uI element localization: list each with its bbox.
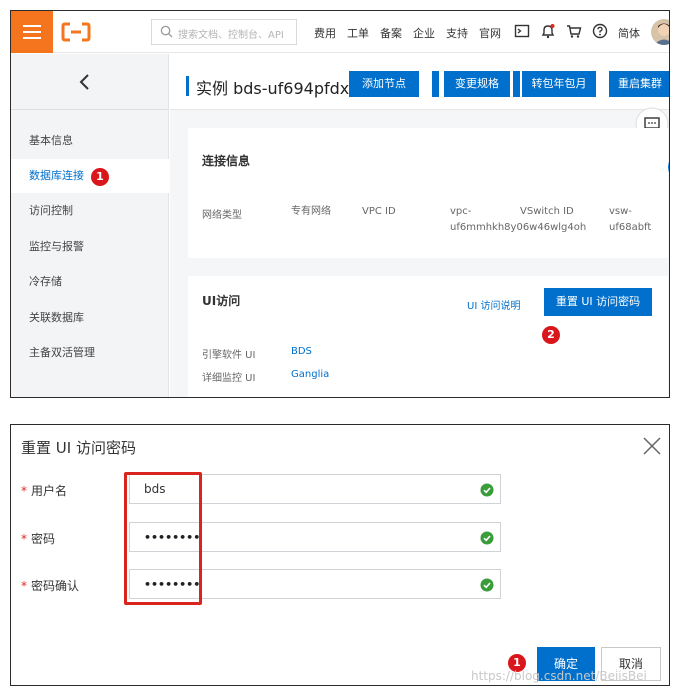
sidebar-item-monitoring[interactable]: 监控与报警 bbox=[11, 230, 169, 264]
bell-icon[interactable] bbox=[540, 23, 556, 39]
engine-ui-label: 引擎软件 UI bbox=[202, 350, 256, 361]
annotation-highlight-box bbox=[124, 472, 202, 605]
sidebar-item-access-control[interactable]: 访问控制 bbox=[11, 194, 169, 228]
monitor-ui-label: 详细监控 UI bbox=[202, 373, 256, 384]
sidebar-item-active-active[interactable]: 主备双活管理 bbox=[11, 336, 169, 370]
check-circle-icon bbox=[480, 483, 494, 497]
required-mark: * bbox=[21, 579, 27, 593]
hidden-button-fragment[interactable] bbox=[432, 71, 439, 97]
vpc-id-value-line2: uf6mmhkh8y06w46wlg4oh bbox=[450, 222, 587, 233]
search-icon bbox=[160, 25, 173, 38]
back-button[interactable] bbox=[11, 54, 169, 110]
username-label: * 用户名 bbox=[21, 482, 67, 499]
vpc-id-label: VPC ID bbox=[362, 206, 396, 217]
cart-icon[interactable] bbox=[566, 23, 582, 39]
confirm-password-label: * 密码确认 bbox=[21, 577, 79, 594]
reset-ui-password-button[interactable]: 重置 UI 访问密码 bbox=[544, 288, 652, 316]
monitor-ui-link[interactable]: Ganglia bbox=[291, 369, 329, 380]
check-circle-icon bbox=[480, 531, 494, 545]
vswitch-id-value-line1: vsw- bbox=[609, 206, 632, 217]
restart-cluster-button[interactable]: 重启集群 bbox=[609, 71, 669, 97]
avatar[interactable] bbox=[651, 19, 669, 45]
top-navigation-bar: 搜索文档、控制台、API 费用 工单 备案 企业 支持 官网 简体 bbox=[11, 11, 669, 53]
sidebar: 基本信息 数据库连接 1 访问控制 监控与报警 冷存储 关联数据库 主备双活管理 bbox=[11, 54, 169, 397]
dialog-title: 重置 UI 访问密码 bbox=[21, 439, 136, 457]
nav-link-ticket[interactable]: 工单 bbox=[347, 25, 369, 41]
connection-info-card: 连接信息 网络类型 专有网络 VPC ID vpc- uf6mmhkh8y06w… bbox=[188, 128, 668, 258]
reset-password-dialog: 重置 UI 访问密码 * 用户名 bds * 密码 •••••••• * 密码确认 •… bbox=[10, 424, 670, 686]
network-type-value: 专有网络 bbox=[291, 206, 331, 217]
connection-info-title: 连接信息 bbox=[202, 154, 251, 168]
sidebar-item-label: 数据库连接 bbox=[29, 169, 84, 182]
page-title: 实例 bds-uf694pfdx5i5 bbox=[196, 79, 375, 98]
vswitch-id-label: VSwitch ID bbox=[520, 206, 574, 217]
nav-link-beian[interactable]: 备案 bbox=[380, 25, 402, 41]
sidebar-item-basic-info[interactable]: 基本信息 bbox=[11, 124, 169, 158]
help-icon[interactable] bbox=[592, 23, 608, 39]
engine-ui-link[interactable]: BDS bbox=[291, 346, 312, 357]
nav-link-fee[interactable]: 费用 bbox=[314, 25, 336, 41]
check-circle-icon bbox=[480, 578, 494, 592]
change-spec-button[interactable]: 变更规格 bbox=[444, 71, 510, 97]
instance-header: 实例 bds-uf694pfdx5i5 添加节点 变更规格 转包年包月 重启集群 bbox=[170, 54, 669, 110]
search-placeholder: 搜索文档、控制台、API bbox=[178, 30, 284, 41]
password-label-text: 密码 bbox=[31, 532, 56, 546]
sidebar-item-related-db[interactable]: 关联数据库 bbox=[11, 301, 169, 335]
step-badge-1: 1 bbox=[91, 168, 109, 186]
watermark: https://blog.csdn.net/BeiisBei bbox=[471, 669, 647, 683]
network-type-label: 网络类型 bbox=[202, 210, 242, 221]
title-accent-bar bbox=[186, 76, 189, 96]
console-screenshot: 搜索文档、控制台、API 费用 工单 备案 企业 支持 官网 简体 基本信息 数… bbox=[10, 10, 670, 398]
password-label: * 密码 bbox=[21, 530, 55, 547]
step-badge-2: 2 bbox=[542, 326, 560, 344]
sidebar-item-cold-storage[interactable]: 冷存储 bbox=[11, 265, 169, 299]
nav-link-enterprise[interactable]: 企业 bbox=[413, 25, 435, 41]
sidebar-item-db-connection[interactable]: 数据库连接 bbox=[11, 159, 169, 193]
language-switch[interactable]: 简体 bbox=[618, 25, 640, 41]
ui-access-title: UI访问 bbox=[202, 294, 241, 308]
vswitch-id-value-line2: uf68abft bbox=[609, 222, 652, 233]
nav-link-support[interactable]: 支持 bbox=[446, 25, 468, 41]
main-content: 实例 bds-uf694pfdx5i5 添加节点 变更规格 转包年包月 重启集群… bbox=[170, 54, 669, 397]
vpc-id-value-line1: vpc- bbox=[450, 206, 472, 217]
chevron-left-icon bbox=[79, 74, 89, 90]
username-label-text: 用户名 bbox=[31, 484, 68, 498]
terminal-icon[interactable] bbox=[514, 23, 530, 39]
search-box[interactable]: 搜索文档、控制台、API bbox=[151, 19, 297, 45]
nav-link-website[interactable]: 官网 bbox=[479, 25, 501, 41]
user-avatar-icon bbox=[654, 23, 669, 45]
confirm-password-label-text: 密码确认 bbox=[31, 579, 80, 593]
close-icon[interactable] bbox=[641, 435, 663, 457]
menu-icon[interactable] bbox=[11, 11, 53, 53]
ui-access-card: UI访问 UI 访问说明 重置 UI 访问密码 2 引擎软件 UI BDS 详细… bbox=[188, 276, 668, 397]
aliyun-logo-icon[interactable] bbox=[61, 20, 91, 44]
ui-access-help-link[interactable]: UI 访问说明 bbox=[467, 297, 520, 312]
add-node-button[interactable]: 添加节点 bbox=[349, 71, 419, 97]
annual-subscription-button[interactable]: 转包年包月 bbox=[522, 71, 596, 97]
hidden-button-fragment-2[interactable] bbox=[513, 71, 520, 97]
required-mark: * bbox=[21, 484, 27, 498]
required-mark: * bbox=[21, 532, 27, 546]
